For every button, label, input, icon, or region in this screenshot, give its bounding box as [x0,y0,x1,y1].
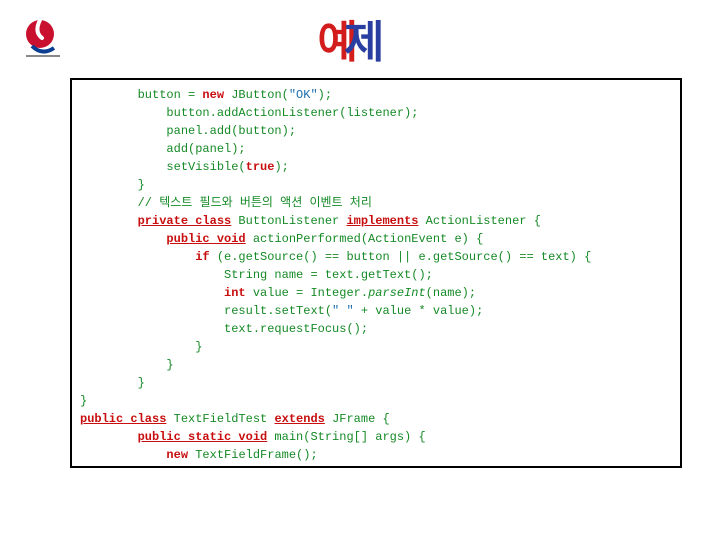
code-content: button = new JButton("OK"); button.addAc… [80,86,672,468]
title-part-2: 제 [344,18,386,67]
code-box: button = new JButton("OK"); button.addAc… [70,78,682,468]
slide-title: 예제 [0,6,720,70]
